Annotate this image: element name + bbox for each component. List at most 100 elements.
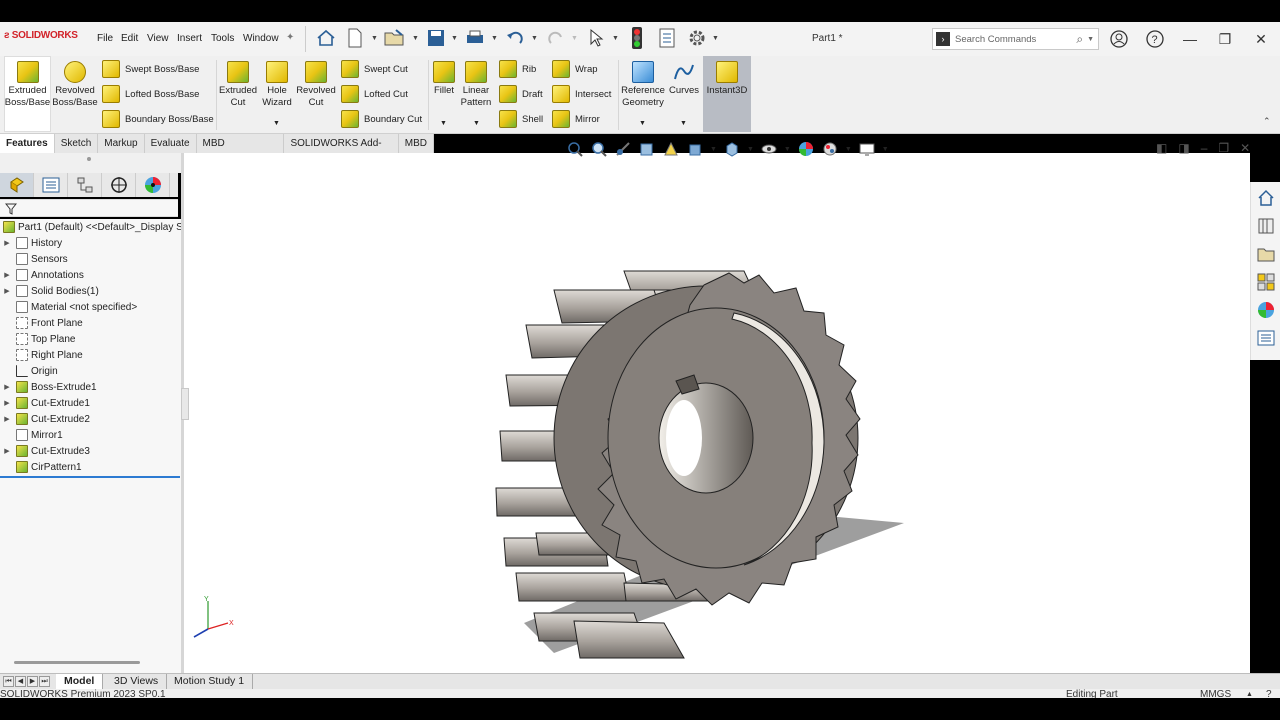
chevron-down-icon[interactable]: ▼ <box>473 120 480 127</box>
boundary-boss-button[interactable]: Boundary Boss/Base <box>102 110 214 128</box>
draft-button[interactable]: Draft <box>499 85 543 103</box>
view-orientation-icon[interactable] <box>686 140 704 158</box>
help-icon[interactable]: ? <box>1145 29 1165 49</box>
swept-cut-button[interactable]: Swept Cut <box>341 60 408 78</box>
expand-arrow-icon[interactable]: ▶ <box>2 271 12 279</box>
new-document-icon[interactable] <box>344 27 366 49</box>
tree-item-right-plane[interactable]: Right Plane <box>0 347 83 363</box>
linear-pattern-button[interactable]: Linear Pattern <box>458 58 494 109</box>
expand-arrow-icon[interactable]: ▶ <box>2 287 12 295</box>
tree-item-history[interactable]: ▶ History <box>0 235 62 251</box>
close-window-button[interactable]: ✕ <box>1251 29 1271 49</box>
tree-horizontal-scrollbar[interactable] <box>14 661 140 664</box>
chevron-down-icon[interactable]: ▼ <box>531 35 538 42</box>
solidworks-resources-icon[interactable] <box>1255 187 1277 209</box>
rib-button[interactable]: Rib <box>499 60 536 78</box>
previous-view-icon[interactable] <box>614 140 632 158</box>
chevron-down-icon[interactable]: ▼ <box>491 35 498 42</box>
tree-item-boss-extrude1[interactable]: ▶ Boss-Extrude1 <box>0 379 97 395</box>
tree-item-cut-extrude2[interactable]: ▶ Cut-Extrude2 <box>0 411 90 427</box>
dynamic-annotation-icon[interactable] <box>662 140 680 158</box>
expand-arrow-icon[interactable]: ▶ <box>2 447 12 455</box>
tab-solidworks-addins[interactable]: SOLIDWORKS Add-Ins <box>284 134 399 168</box>
search-icon[interactable]: ⌕ <box>1076 32 1083 47</box>
hide-show-items-icon[interactable] <box>760 140 778 158</box>
last-tab-nav-icon[interactable]: ⏭ <box>39 676 50 687</box>
chevron-down-icon[interactable]: ▼ <box>747 146 754 153</box>
chevron-down-icon[interactable]: ▼ <box>710 146 717 153</box>
chevron-down-icon[interactable]: ▼ <box>1087 36 1094 43</box>
edit-appearance-icon[interactable] <box>797 140 815 158</box>
home-icon[interactable] <box>315 27 337 49</box>
display-manager-tab[interactable] <box>136 173 170 197</box>
chevron-down-icon[interactable]: ▼ <box>440 120 447 127</box>
restore-window-button[interactable]: ❐ <box>1215 29 1235 49</box>
feature-manager-tab[interactable] <box>0 173 34 197</box>
tree-item-material[interactable]: Material <not specified> <box>0 299 137 315</box>
menu-file[interactable]: File <box>97 33 113 44</box>
expand-arrow-icon[interactable]: ▶ <box>2 383 12 391</box>
view-palette-icon[interactable] <box>1255 271 1277 293</box>
tree-item-cut-extrude1[interactable]: ▶ Cut-Extrude1 <box>0 395 90 411</box>
chevron-down-icon[interactable]: ▼ <box>845 146 852 153</box>
tab-mbd[interactable]: MBD <box>398 134 434 153</box>
zoom-to-fit-icon[interactable] <box>566 140 584 158</box>
chevron-down-icon[interactable]: ▼ <box>680 120 687 127</box>
chevron-down-icon[interactable]: ▼ <box>784 146 791 153</box>
extruded-boss-button[interactable]: Extruded Boss/Base <box>5 58 50 109</box>
expand-arrow-icon[interactable]: ▶ <box>2 239 12 247</box>
select-cursor-icon[interactable] <box>585 27 607 49</box>
first-tab-nav-icon[interactable]: ⏮ <box>3 676 14 687</box>
viewport-close-icon[interactable]: ✕ <box>1240 141 1250 155</box>
menu-insert[interactable]: Insert <box>177 33 202 44</box>
menu-tools[interactable]: Tools <box>211 33 234 44</box>
curves-button[interactable]: Curves <box>666 58 702 97</box>
chevron-down-icon[interactable]: ▼ <box>273 120 280 127</box>
tree-item-top-plane[interactable]: Top Plane <box>0 331 75 347</box>
tab-motion-study-1[interactable]: Motion Study 1 <box>166 674 254 689</box>
mirror-button[interactable]: Mirror <box>552 110 600 128</box>
apply-scene-icon[interactable] <box>821 140 839 158</box>
next-tab-nav-icon[interactable]: ▶ <box>27 676 38 687</box>
extruded-cut-button[interactable]: Extruded Cut <box>218 58 258 109</box>
chevron-down-icon[interactable]: ▼ <box>712 35 719 42</box>
property-manager-tab[interactable] <box>34 173 68 197</box>
instant3d-content[interactable]: Instant3D <box>704 58 750 97</box>
view-settings-icon[interactable] <box>858 140 876 158</box>
custom-properties-icon[interactable] <box>1255 327 1277 349</box>
tree-item-cirpattern1[interactable]: CirPattern1 <box>0 459 82 475</box>
user-account-icon[interactable] <box>1109 29 1129 49</box>
chevron-down-icon[interactable]: ▼ <box>612 35 619 42</box>
shell-button[interactable]: Shell <box>499 110 543 128</box>
viewport-minimize-icon[interactable]: – <box>1201 141 1208 155</box>
tree-item-front-plane[interactable]: Front Plane <box>0 315 83 331</box>
filter-icon[interactable] <box>5 203 17 215</box>
revolved-boss-button[interactable]: Revolved Boss/Base <box>52 58 98 109</box>
boundary-cut-button[interactable]: Boundary Cut <box>341 110 422 128</box>
print-icon[interactable] <box>464 27 486 49</box>
appearances-icon[interactable] <box>1255 299 1277 321</box>
graphics-area[interactable]: YX <box>184 153 1250 673</box>
viewport-restore-icon[interactable]: ❐ <box>1218 141 1229 155</box>
menu-view[interactable]: View <box>147 33 169 44</box>
swept-boss-button[interactable]: Swept Boss/Base <box>102 60 199 78</box>
chevron-down-icon[interactable]: ▼ <box>882 146 889 153</box>
tree-item-origin[interactable]: Origin <box>0 363 58 379</box>
collapse-ribbon-icon[interactable]: ⌃ <box>1263 116 1271 127</box>
tab-3d-views[interactable]: 3D Views <box>106 674 168 689</box>
tab-mbd-dimensions[interactable]: MBD Dimensions <box>196 134 285 168</box>
fillet-button[interactable]: Fillet <box>430 58 458 97</box>
redo-icon[interactable] <box>545 27 567 49</box>
status-units[interactable]: MMGS <box>1200 689 1231 698</box>
save-icon[interactable] <box>425 27 447 49</box>
tree-filter-row[interactable] <box>0 199 178 217</box>
gear-model[interactable] <box>184 153 1250 673</box>
dock-right-icon[interactable]: ◨ <box>1178 141 1189 155</box>
configuration-manager-tab[interactable] <box>68 173 102 197</box>
pin-icon[interactable]: ✦ <box>286 32 294 43</box>
section-view-icon[interactable] <box>638 140 656 158</box>
hole-wizard-button[interactable]: Hole Wizard <box>258 58 296 109</box>
tree-root-part[interactable]: Part1 (Default) <<Default>_Display S <box>0 219 183 235</box>
zoom-to-area-icon[interactable] <box>590 140 608 158</box>
tree-item-cut-extrude3[interactable]: ▶ Cut-Extrude3 <box>0 443 90 459</box>
